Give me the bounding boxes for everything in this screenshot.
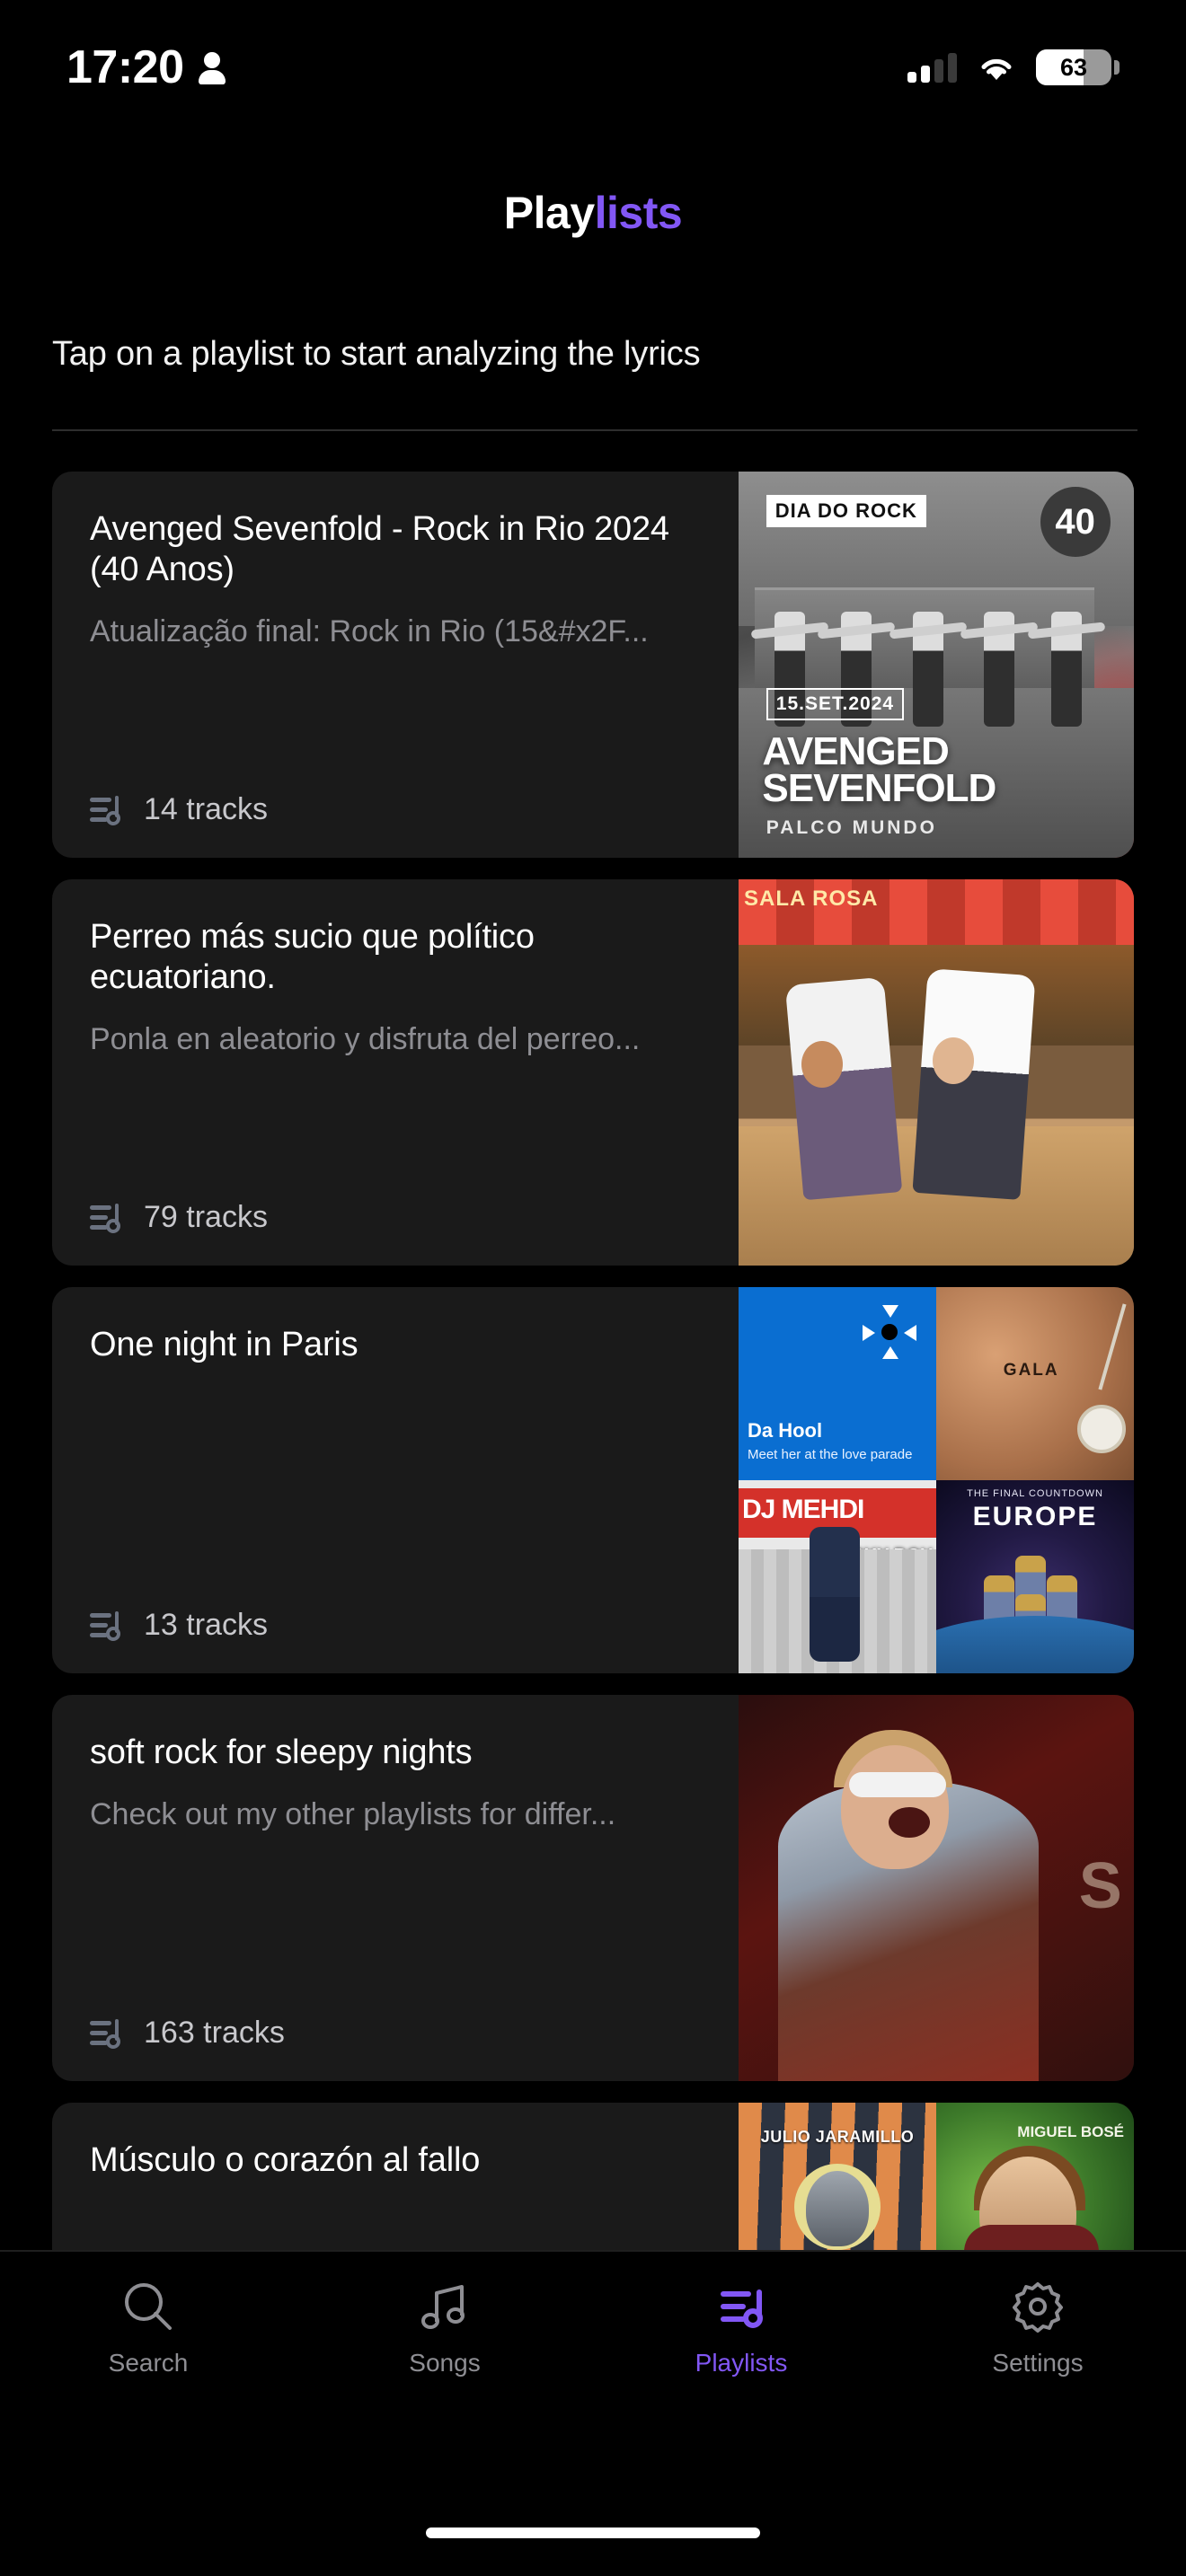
artwork-date: 15.SET.2024 bbox=[766, 688, 904, 720]
tab-settings[interactable]: Settings bbox=[890, 2279, 1186, 2458]
page-title-part-1: Play bbox=[504, 188, 595, 238]
artwork-band-name: AVENGED SEVENFOLD bbox=[762, 733, 996, 808]
album-artist: GALA bbox=[1004, 1361, 1059, 1381]
album-artist: JULIO JARAMILLO bbox=[739, 2128, 936, 2147]
album-title: Meet her at the love parade bbox=[748, 1447, 912, 1462]
playlist-description: Atualização final: Rock in Rio (15&#x2F.… bbox=[90, 613, 708, 650]
album-artist: Da Hool bbox=[748, 1419, 822, 1442]
playlist-card-body: Músculo o corazón al fallo bbox=[52, 2103, 739, 2250]
playlist-description: Ponla en aleatorio y disfruta del perreo… bbox=[90, 1021, 708, 1058]
album-artist: EUROPE bbox=[936, 1502, 1134, 1532]
playlist-card-body: One night in Paris 13 tracks bbox=[52, 1287, 739, 1673]
miguel-bose-cover: MIGUEL BOSÉ bbox=[936, 2103, 1134, 2250]
tab-playlists[interactable]: Playlists bbox=[593, 2279, 890, 2458]
tab-search[interactable]: Search bbox=[0, 2279, 296, 2458]
playlist-icon bbox=[90, 795, 124, 825]
avenged-sevenfold-rock-in-rio-poster: DIA DO ROCK 40 15.SET.2024 AVENGED SEVEN… bbox=[739, 472, 1134, 858]
playlist-icon bbox=[90, 1203, 124, 1233]
playlist-icon bbox=[90, 2018, 124, 2049]
playlist-artwork: DIA DO ROCK 40 15.SET.2024 AVENGED SEVEN… bbox=[739, 472, 1134, 858]
four-album-mosaic: Da Hool Meet her at the love parade GALA… bbox=[739, 1287, 1134, 1673]
playlist-card-body: Avenged Sevenfold - Rock in Rio 2024 (40… bbox=[52, 472, 739, 858]
album-artist: DJ MEHDI bbox=[742, 1488, 936, 1531]
playlist-icon bbox=[90, 1610, 124, 1641]
dj-mehdi-cover: DJ MEHDI LUCKY BOY bbox=[739, 1480, 936, 1673]
album-artist: MIGUEL BOSÉ bbox=[1017, 2121, 1124, 2144]
artwork-watermark: S bbox=[1079, 1849, 1122, 1923]
playlist-list[interactable]: Avenged Sevenfold - Rock in Rio 2024 (40… bbox=[0, 472, 1186, 2250]
playlist-artwork: S bbox=[739, 1695, 1134, 2081]
artwork-stage: PALCO MUNDO bbox=[766, 817, 937, 839]
home-indicator bbox=[426, 2527, 760, 2538]
wifi-icon bbox=[977, 52, 1016, 83]
two-album-mosaic: JULIO JARAMILLO MIGUEL BOSÉ bbox=[739, 2103, 1134, 2250]
playlist-title: Perreo más sucio que político ecuatorian… bbox=[90, 917, 708, 998]
da-hool-cover: Da Hool Meet her at the love parade bbox=[739, 1287, 936, 1480]
page-title-part-2: lists bbox=[595, 188, 683, 238]
playlist-description: Check out my other playlists for differ.… bbox=[90, 1796, 708, 1833]
artwork-anniversary: 40 bbox=[1040, 487, 1111, 557]
playlist-meta: 14 tracks bbox=[90, 792, 708, 827]
person-icon bbox=[197, 50, 227, 84]
europe-cover: THE FINAL COUNTDOWN EUROPE bbox=[936, 1480, 1134, 1673]
playlist-track-count: 79 tracks bbox=[144, 1200, 268, 1235]
playlist-card[interactable]: Perreo más sucio que político ecuatorian… bbox=[52, 879, 1134, 1266]
tab-label: Playlists bbox=[695, 2349, 788, 2378]
playlist-card[interactable]: One night in Paris 13 tracks bbox=[52, 1287, 1134, 1673]
page-title: Playlists bbox=[0, 187, 1186, 239]
playlist-track-count: 163 tracks bbox=[144, 2016, 285, 2051]
status-bar: 17:20 63 bbox=[0, 0, 1186, 135]
playlist-meta: 13 tracks bbox=[90, 1608, 708, 1643]
tab-label: Search bbox=[109, 2349, 189, 2378]
battery-icon: 63 bbox=[1036, 49, 1120, 85]
playlist-icon bbox=[713, 2279, 769, 2334]
playlist-meta: 79 tracks bbox=[90, 1200, 708, 1235]
playlist-title: One night in Paris bbox=[90, 1325, 708, 1365]
artwork-band-line-1: AVENGED bbox=[762, 733, 996, 771]
playlist-artwork: JULIO JARAMILLO MIGUEL BOSÉ bbox=[739, 2103, 1134, 2250]
playlist-title: soft rock for sleepy nights bbox=[90, 1733, 708, 1773]
artwork-band-line-2: SEVENFOLD bbox=[762, 770, 996, 807]
status-bar-left: 17:20 bbox=[66, 40, 227, 94]
search-icon bbox=[120, 2279, 176, 2334]
phone-screen: 17:20 63 bbox=[0, 0, 1186, 2576]
tab-songs[interactable]: Songs bbox=[296, 2279, 593, 2458]
playlist-card[interactable]: soft rock for sleepy nights Check out my… bbox=[52, 1695, 1134, 2081]
battery-level-label: 63 bbox=[1036, 49, 1111, 85]
playlist-card[interactable]: Avenged Sevenfold - Rock in Rio 2024 (40… bbox=[52, 472, 1134, 858]
gala-cover: GALA bbox=[936, 1287, 1134, 1480]
playlist-title: Músculo o corazón al fallo bbox=[90, 2140, 708, 2181]
hint-text: Tap on a playlist to start analyzing the… bbox=[52, 335, 700, 374]
music-note-icon bbox=[417, 2279, 473, 2334]
status-bar-right: 63 bbox=[907, 49, 1120, 85]
tab-label: Songs bbox=[409, 2349, 480, 2378]
status-bar-clock: 17:20 bbox=[66, 40, 184, 94]
playlist-meta: 163 tracks bbox=[90, 2016, 708, 2051]
header-divider bbox=[52, 429, 1137, 431]
artwork-badge: DIA DO ROCK bbox=[766, 495, 926, 527]
artwork-banner-text: SALA ROSA bbox=[744, 887, 878, 912]
soft-rock-performer-photo: S bbox=[739, 1695, 1134, 2081]
playlist-track-count: 13 tracks bbox=[144, 1608, 268, 1643]
gear-icon bbox=[1010, 2279, 1066, 2334]
playlist-artwork: Da Hool Meet her at the love parade GALA… bbox=[739, 1287, 1134, 1673]
album-title: THE FINAL COUNTDOWN bbox=[936, 1488, 1134, 1499]
playlist-card[interactable]: Músculo o corazón al fallo JULIO JARAMIL… bbox=[52, 2103, 1134, 2250]
cellular-signal-icon bbox=[907, 52, 957, 83]
perreo-party-photo: SALA ROSA bbox=[739, 879, 1134, 1266]
bottom-tab-bar: Search Songs bbox=[0, 2250, 1186, 2576]
julio-jaramillo-cover: JULIO JARAMILLO bbox=[739, 2103, 936, 2250]
playlist-track-count: 14 tracks bbox=[144, 792, 268, 827]
playlist-card-body: soft rock for sleepy nights Check out my… bbox=[52, 1695, 739, 2081]
playlist-title: Avenged Sevenfold - Rock in Rio 2024 (40… bbox=[90, 509, 708, 590]
playlist-card-body: Perreo más sucio que político ecuatorian… bbox=[52, 879, 739, 1266]
playlist-artwork: SALA ROSA bbox=[739, 879, 1134, 1266]
tab-label: Settings bbox=[992, 2349, 1083, 2378]
